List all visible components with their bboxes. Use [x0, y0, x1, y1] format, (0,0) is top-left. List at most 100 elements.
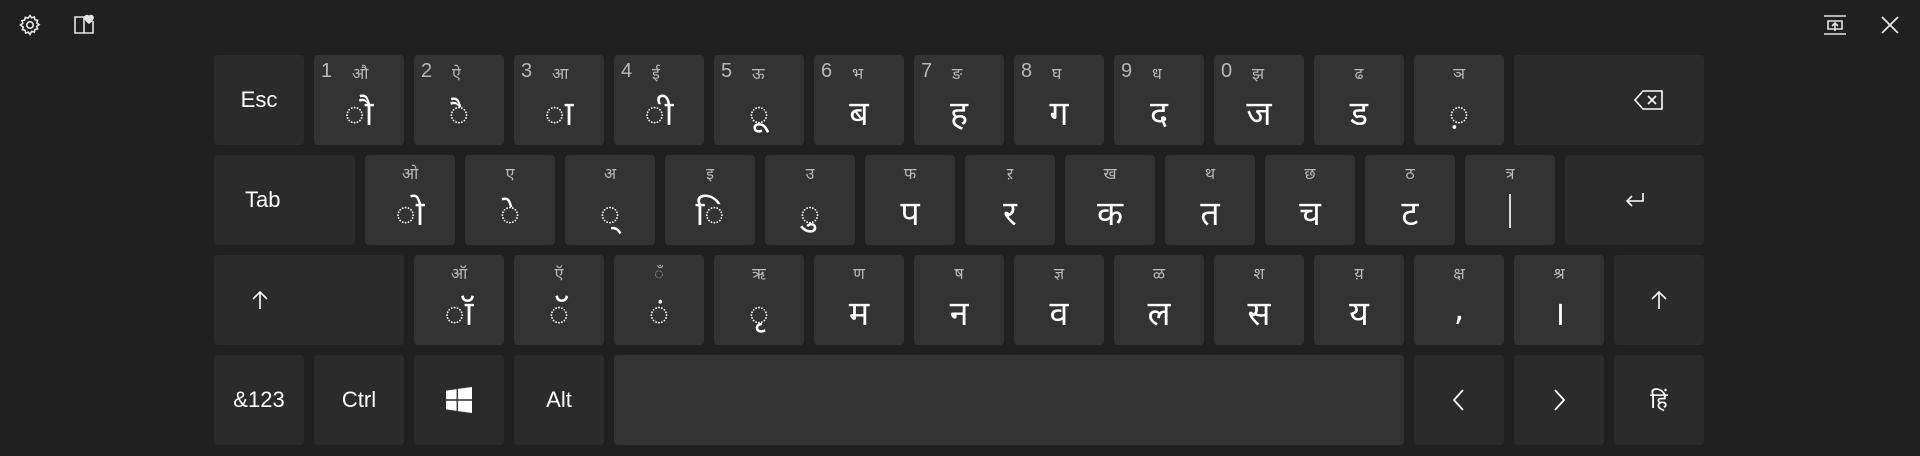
close-icon[interactable] [1876, 11, 1904, 39]
keyboard-row-1: Esc 1 औौ 2 ऐै 3 आा 4 ईी 5 ऊू 6भब 7ङह 8घग 9धद … [214, 55, 1704, 145]
tab-key[interactable]: Tab [214, 155, 355, 245]
esc-key[interactable]: Esc [214, 55, 304, 145]
key-secondary: झ [1252, 64, 1265, 83]
keyboard-row-2: Tab ओो एे अ् इि उु फप ऱर खक थत छच ठट त्र… [214, 155, 1704, 245]
key-number: 6 [821, 60, 833, 82]
key-primary: क [1096, 194, 1124, 234]
key-primary: | [1504, 189, 1516, 229]
shift-right-key[interactable] [1614, 255, 1704, 345]
key-ma[interactable]: णम [814, 255, 904, 345]
key-primary: ौ [344, 94, 374, 134]
key-sa[interactable]: शस [1214, 255, 1304, 345]
key-ca[interactable]: छच [1265, 155, 1355, 245]
key-primary: , [1453, 289, 1465, 329]
key-secondary: ए [505, 164, 515, 183]
key-secondary: ष [954, 264, 964, 283]
dock-undock-icon[interactable] [1821, 11, 1849, 39]
key-number: 3 [521, 60, 533, 82]
key-u-matra[interactable]: उु [765, 155, 855, 245]
key-primary: ृ [748, 294, 770, 334]
key-number: 9 [1121, 60, 1133, 82]
key-secondary: छ [1304, 164, 1316, 183]
touch-keyboard: Esc 1 औौ 2 ऐै 3 आा 4 ईी 5 ऊू 6भब 7ङह 8घग 9धद … [214, 55, 1704, 447]
key-pa[interactable]: फप [865, 155, 955, 245]
key-halant[interactable]: अ् [565, 155, 655, 245]
key-1[interactable]: 1 औौ [314, 55, 404, 145]
key-pipe[interactable]: त्र | [1465, 155, 1555, 245]
symbols-label: &123 [233, 387, 285, 412]
chevron-left-icon [1414, 355, 1504, 445]
key-primary: य [1349, 294, 1369, 334]
key-i-matra[interactable]: इि [665, 155, 755, 245]
key-primary: व [1049, 294, 1069, 334]
key-danda[interactable]: श्र । [1514, 255, 1604, 345]
emoji-heart-icon[interactable] [70, 11, 98, 39]
key-candra-o[interactable]: ऑॉ [414, 255, 504, 345]
key-2[interactable]: 2 ऐै [414, 55, 504, 145]
key-secondary: फ [903, 164, 917, 183]
alt-key[interactable]: Alt [514, 355, 604, 445]
key-primary: े [499, 194, 521, 234]
key-primary: त [1200, 194, 1220, 234]
key-primary: म [848, 294, 870, 334]
spacebar[interactable] [614, 355, 1404, 445]
enter-icon [1565, 155, 1704, 245]
key-secondary: ँ [654, 264, 664, 283]
key-candra-e[interactable]: ऍॅ [514, 255, 604, 345]
key-va[interactable]: ज्ञ व [1014, 255, 1104, 345]
key-ri-matra[interactable]: ऋृ [714, 255, 804, 345]
key-na[interactable]: षन [914, 255, 1004, 345]
language-label: हिं [1650, 389, 1668, 414]
key-ka[interactable]: खक [1065, 155, 1155, 245]
enter-key[interactable] [1565, 155, 1704, 245]
language-key[interactable]: हिं [1614, 355, 1704, 445]
key-o-matra[interactable]: ओो [365, 155, 455, 245]
key-secondary: ओ [401, 164, 419, 183]
key-nukta[interactable]: ञ़ [1414, 55, 1504, 145]
key-secondary: ण [853, 264, 865, 283]
key-4[interactable]: 4 ईी [614, 55, 704, 145]
key-primary: ी [644, 94, 674, 134]
shift-left-key[interactable] [214, 255, 404, 345]
key-dda[interactable]: ढड [1314, 55, 1404, 145]
key-e-matra[interactable]: एे [465, 155, 555, 245]
key-primary: । [1552, 294, 1566, 334]
key-la[interactable]: ळल [1114, 255, 1204, 345]
key-secondary: ढ [1354, 64, 1364, 83]
key-8[interactable]: 8घग [1014, 55, 1104, 145]
ctrl-key[interactable]: Ctrl [314, 355, 404, 445]
key-secondary: य़ [1354, 264, 1364, 283]
key-7[interactable]: 7ङह [914, 55, 1004, 145]
shift-icon [1614, 255, 1704, 345]
backspace-key[interactable] [1514, 55, 1704, 145]
key-primary: ु [799, 194, 821, 234]
key-secondary: ऋ [752, 264, 766, 283]
key-number: 7 [921, 60, 933, 82]
key-comma[interactable]: क्ष, [1414, 255, 1504, 345]
key-secondary: ख [1103, 164, 1117, 183]
settings-gear-icon[interactable] [16, 11, 44, 39]
key-anusvara[interactable]: ँं [614, 255, 704, 345]
windows-logo-icon [414, 355, 504, 445]
key-primary: ि [695, 194, 725, 234]
key-primary: ा [544, 94, 574, 134]
key-9[interactable]: 9धद [1114, 55, 1204, 145]
key-5[interactable]: 5 ऊू [714, 55, 804, 145]
key-3[interactable]: 3 आा [514, 55, 604, 145]
key-ta[interactable]: थत [1165, 155, 1255, 245]
key-0[interactable]: 0झज [1214, 55, 1304, 145]
key-ra[interactable]: ऱर [965, 155, 1055, 245]
left-arrow-key[interactable] [1414, 355, 1504, 445]
key-number: 0 [1221, 60, 1233, 82]
alt-label: Alt [546, 387, 572, 412]
key-primary: ् [599, 194, 621, 234]
key-primary: च [1299, 194, 1321, 234]
symbols-key[interactable]: &123 [214, 355, 304, 445]
key-ya[interactable]: य़ य [1314, 255, 1404, 345]
key-tta[interactable]: ठट [1365, 155, 1455, 245]
windows-key[interactable] [414, 355, 504, 445]
key-primary: ड [1349, 94, 1369, 134]
key-6[interactable]: 6भब [814, 55, 904, 145]
right-arrow-key[interactable] [1514, 355, 1604, 445]
key-primary: ़ [1448, 94, 1470, 134]
